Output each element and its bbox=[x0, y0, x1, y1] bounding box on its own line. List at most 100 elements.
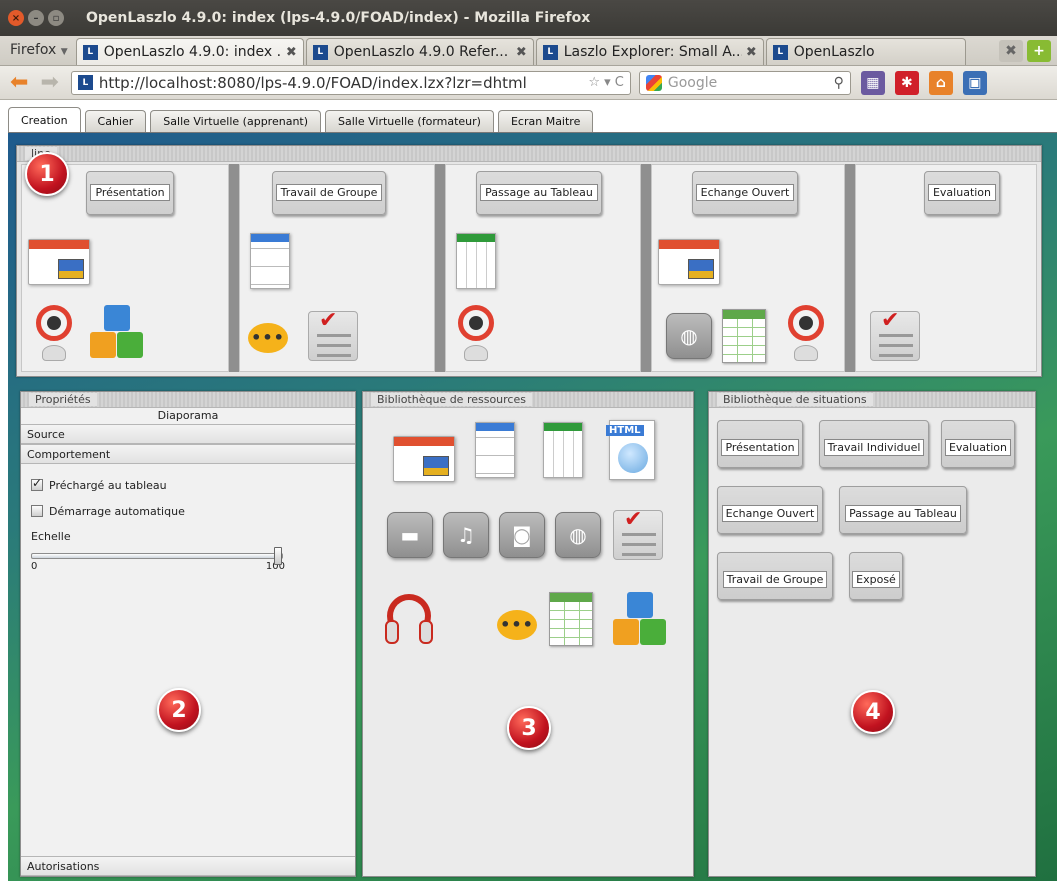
situation-button-label: Exposé bbox=[852, 571, 900, 588]
forward-arrow-icon[interactable]: ➡ bbox=[40, 71, 58, 94]
presentation-doc-icon[interactable] bbox=[658, 239, 720, 285]
browser-navbar: ⬅ ➡ L http://localhost:8080/lps-4.9.0/FO… bbox=[0, 66, 1057, 100]
presentation-doc-icon[interactable] bbox=[28, 239, 90, 285]
headphones-icon[interactable] bbox=[385, 592, 433, 648]
properties-panel: Propriétés Diaporama Source Comportement… bbox=[20, 391, 356, 877]
situation-button-echange-ouvert[interactable]: Echange Ouvert bbox=[717, 486, 823, 534]
web-globe-icon[interactable]: ◍ bbox=[666, 313, 712, 359]
timeline-button-label: Echange Ouvert bbox=[695, 184, 795, 201]
openlaszlo-favicon-icon: L bbox=[772, 44, 788, 60]
spreadsheet-document-icon[interactable] bbox=[456, 233, 496, 289]
video-clapper-icon[interactable]: ▬ bbox=[387, 512, 433, 558]
new-tab-button[interactable]: + bbox=[1027, 40, 1051, 62]
html-document-icon[interactable]: HTML bbox=[606, 420, 655, 480]
timeline-slot-3[interactable]: Passage au Tableau bbox=[445, 164, 641, 372]
workspace-stage: line Présentation Travail de Groupe ••• … bbox=[8, 132, 1057, 881]
autostart-checkbox[interactable] bbox=[31, 505, 43, 517]
web-globe-icon[interactable]: ◍ bbox=[555, 512, 601, 558]
timeline-header: line bbox=[17, 146, 1041, 162]
situation-button-evaluation[interactable]: Evaluation bbox=[941, 420, 1015, 468]
url-bar[interactable]: L http://localhost:8080/lps-4.9.0/FOAD/i… bbox=[70, 70, 631, 95]
close-tab-icon[interactable]: ✖ bbox=[746, 45, 757, 60]
tab-ecran-maitre[interactable]: Ecran Maitre bbox=[497, 110, 594, 132]
situation-button-passage-au-tableau[interactable]: Passage au Tableau bbox=[839, 486, 967, 534]
chevron-down-icon: ▼ bbox=[60, 47, 68, 57]
bookmark-star-icon[interactable]: ☆ ▾ C bbox=[582, 75, 630, 90]
chat-bubble-icon[interactable]: ••• bbox=[497, 610, 537, 640]
situation-button-expose[interactable]: Exposé bbox=[849, 552, 903, 600]
chat-bubble-icon[interactable]: ••• bbox=[248, 323, 288, 353]
text-document-icon[interactable] bbox=[475, 422, 515, 478]
browser-tab-3[interactable]: L Laszlo Explorer: Small A... ✖ bbox=[535, 38, 764, 65]
addon-grid-icon[interactable]: ▦ bbox=[860, 70, 885, 95]
quiz-checklist-icon[interactable]: ✔ bbox=[613, 507, 663, 560]
music-note-icon[interactable]: ♫ bbox=[443, 512, 489, 558]
bookmarks-icon[interactable]: ▣ bbox=[962, 70, 987, 95]
properties-header-label: Propriétés bbox=[29, 393, 97, 406]
timeline-slot-2[interactable]: Travail de Groupe ••• ✔ bbox=[239, 164, 435, 372]
scale-slider-thumb[interactable] bbox=[274, 547, 282, 565]
quiz-checklist-icon[interactable]: ✔ bbox=[870, 308, 920, 361]
autostart-checkbox-row[interactable]: Démarrage automatique bbox=[31, 498, 345, 524]
tab-cahier[interactable]: Cahier bbox=[84, 110, 147, 132]
preload-checkbox[interactable] bbox=[31, 476, 43, 491]
home-icon[interactable]: ⌂ bbox=[928, 70, 953, 95]
close-tab-icon[interactable]: ✖ bbox=[286, 45, 297, 60]
timeline-button-travail-de-groupe[interactable]: Travail de Groupe bbox=[272, 171, 386, 215]
browser-tab-4[interactable]: L OpenLaszlo bbox=[765, 38, 966, 65]
window-minimize-button[interactable]: – bbox=[28, 10, 44, 26]
section-autorisations[interactable]: Autorisations bbox=[21, 856, 355, 876]
situation-button-presentation[interactable]: Présentation bbox=[717, 420, 803, 468]
situation-button-travail-individuel[interactable]: Travail Individuel bbox=[819, 420, 929, 468]
spreadsheet-document-icon[interactable] bbox=[543, 422, 583, 478]
timeline-button-echange-ouvert[interactable]: Echange Ouvert bbox=[692, 171, 798, 215]
browser-tab-label: OpenLaszlo 4.9.0 Refer... bbox=[333, 44, 509, 60]
timeline-button-passage-au-tableau[interactable]: Passage au Tableau bbox=[476, 171, 602, 215]
scale-min-label: 0 bbox=[31, 561, 38, 572]
browser-tabbar: Firefox ▼ L OpenLaszlo 4.9.0: index ... … bbox=[0, 36, 1057, 66]
section-source[interactable]: Source bbox=[21, 424, 355, 444]
back-arrow-icon[interactable]: ⬅ bbox=[10, 71, 28, 94]
webcam-icon[interactable] bbox=[456, 305, 496, 363]
close-tab-icon[interactable]: ✖ bbox=[999, 40, 1023, 62]
browser-tab-2[interactable]: L OpenLaszlo 4.9.0 Refer... ✖ bbox=[305, 38, 534, 65]
timeline-slot-5[interactable]: Evaluation ✔ bbox=[855, 164, 1037, 372]
tab-creation[interactable]: Creation bbox=[8, 107, 81, 132]
webcam-icon[interactable] bbox=[34, 305, 74, 363]
app-tabs: Creation Cahier Salle Virtuelle (apprena… bbox=[8, 106, 597, 132]
spreadsheet-icon[interactable] bbox=[722, 309, 766, 363]
situation-button-travail-de-groupe[interactable]: Travail de Groupe bbox=[717, 552, 833, 600]
openlaszlo-app: Creation Cahier Salle Virtuelle (apprena… bbox=[0, 100, 1057, 881]
timeline-slot-4[interactable]: Echange Ouvert ◍ bbox=[651, 164, 845, 372]
window-close-button[interactable]: × bbox=[8, 10, 24, 26]
openlaszlo-favicon-icon: L bbox=[312, 44, 328, 60]
firefox-menu-button[interactable]: Firefox ▼ bbox=[0, 37, 76, 65]
timeline-separator bbox=[641, 164, 651, 372]
timeline-separator bbox=[435, 164, 445, 372]
google-icon bbox=[645, 74, 662, 91]
search-icon[interactable]: ⚲ bbox=[834, 75, 844, 91]
webcam-icon[interactable] bbox=[786, 305, 826, 363]
timeline-button-presentation[interactable]: Présentation bbox=[86, 171, 174, 215]
quiz-checklist-icon[interactable]: ✔ bbox=[308, 308, 358, 361]
search-bar[interactable]: Google ⚲ bbox=[638, 70, 851, 95]
properties-header: Propriétés bbox=[21, 392, 355, 408]
presentation-doc-icon[interactable] bbox=[393, 436, 455, 482]
text-document-icon[interactable] bbox=[250, 233, 290, 289]
spreadsheet-icon[interactable] bbox=[549, 592, 593, 646]
addon-asterisk-icon[interactable]: ✱ bbox=[894, 70, 919, 95]
camera-icon[interactable]: ◙ bbox=[499, 512, 545, 558]
tab-salle-formateur[interactable]: Salle Virtuelle (formateur) bbox=[325, 110, 494, 132]
scale-slider[interactable] bbox=[31, 547, 283, 565]
blocks-icon[interactable] bbox=[90, 305, 144, 359]
window-maximize-button[interactable]: ▫ bbox=[48, 10, 64, 26]
timeline-button-evaluation[interactable]: Evaluation bbox=[924, 171, 1000, 215]
close-tab-icon[interactable]: ✖ bbox=[516, 45, 527, 60]
situation-button-label: Passage au Tableau bbox=[845, 505, 961, 522]
preload-checkbox-row[interactable]: Préchargé au tableau bbox=[31, 472, 345, 498]
scale-label: Echelle bbox=[31, 530, 71, 543]
tab-salle-apprenant[interactable]: Salle Virtuelle (apprenant) bbox=[150, 110, 322, 132]
browser-tab-1[interactable]: L OpenLaszlo 4.9.0: index ... ✖ bbox=[75, 38, 304, 65]
section-comportement[interactable]: Comportement bbox=[21, 444, 355, 464]
blocks-icon[interactable] bbox=[613, 592, 667, 646]
